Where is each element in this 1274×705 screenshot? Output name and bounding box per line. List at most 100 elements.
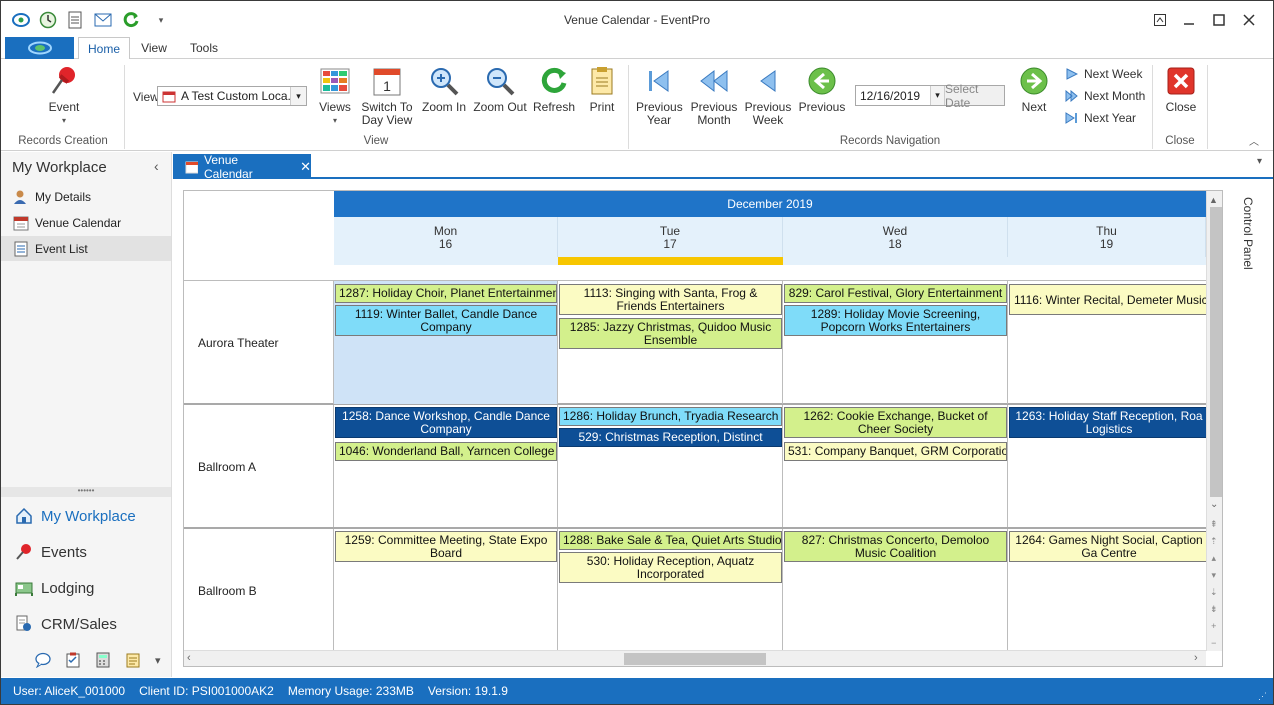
zoom-in-label: Zoom In — [421, 100, 466, 114]
checklist-icon[interactable] — [65, 652, 81, 668]
scroll-down-icon[interactable]: ⌄ — [1210, 499, 1218, 510]
event-block[interactable]: 1113: Singing with Santa, Frog & Friends… — [559, 284, 782, 315]
horizontal-scroll-thumb[interactable] — [624, 653, 766, 665]
event-block[interactable]: 1264: Games Night Social, Caption Ga Cen… — [1009, 531, 1209, 562]
next-week-button[interactable]: Next Week — [1065, 67, 1142, 81]
nav-crm-sales[interactable]: CRM/Sales — [15, 615, 117, 633]
event-block[interactable]: 1116: Winter Recital, Demeter Music G — [1009, 284, 1209, 315]
my-details-label: My Details — [35, 189, 92, 204]
event-block[interactable]: 531: Company Banquet, GRM Corporation — [784, 442, 1007, 461]
previous-week-button[interactable]: Previous Week — [744, 65, 792, 127]
switch-to-day-view-button[interactable]: 1 Switch To Day View — [361, 65, 413, 127]
print-button[interactable]: Print — [583, 65, 621, 114]
tab-view[interactable]: View — [134, 37, 174, 59]
event-block[interactable]: 1263: Holiday Staff Reception, Roa Logis… — [1009, 407, 1209, 438]
collapse-ribbon-icon[interactable]: ︿ — [1249, 133, 1259, 148]
day-strip — [334, 257, 558, 265]
control-panel-tab[interactable]: Control Panel — [1233, 197, 1255, 277]
scroll-up-icon[interactable]: ▲ — [1209, 195, 1218, 205]
my-details-item[interactable]: My Details — [1, 184, 171, 209]
event-block[interactable]: 529: Christmas Reception, Distinct — [559, 428, 782, 447]
ribbon-display-icon[interactable] — [1149, 9, 1171, 31]
event-block[interactable]: 1286: Holiday Brunch, Tryadia Research — [559, 407, 782, 426]
nav-events[interactable]: Events — [15, 543, 87, 561]
event-block[interactable]: 827: Christmas Concerto, Demoloo Music C… — [784, 531, 1007, 562]
window-close-button[interactable] — [1238, 9, 1260, 31]
status-client: Client ID: PSI001000AK2 — [139, 684, 274, 698]
event-list-item[interactable]: Event List — [1, 236, 171, 261]
application-menu-button[interactable] — [5, 37, 74, 59]
scroll-right-icon[interactable]: › — [1194, 652, 1198, 664]
notes-icon[interactable] — [125, 652, 141, 668]
close-button[interactable]: Close — [1161, 65, 1201, 114]
event-block[interactable]: 1119: Winter Ballet, Candle Dance Compan… — [335, 305, 557, 336]
more-shortcuts-icon[interactable]: ▾ — [155, 654, 161, 667]
next-button[interactable]: Next — [1013, 65, 1055, 114]
view-select-dropdown-icon[interactable]: ▾ — [290, 87, 306, 105]
previous-button[interactable]: Previous — [798, 65, 846, 114]
left-triangle-icon — [752, 65, 784, 97]
day-header-wed[interactable]: Wed 18 — [783, 217, 1008, 257]
horizontal-scrollbar[interactable]: ‹ › — [184, 650, 1206, 666]
panel-title: My Workplace — [12, 159, 107, 176]
right-triangle-icon — [1066, 68, 1078, 80]
venue-calendar-tab[interactable]: Venue Calendar ✕ — [173, 152, 311, 181]
tab-home[interactable]: Home — [78, 37, 130, 60]
previous-month-button[interactable]: Previous Month — [690, 65, 738, 127]
zoom-out-icon — [484, 65, 516, 97]
tab-title: Venue Calendar — [204, 152, 253, 181]
status-version: Version: 19.1.9 — [427, 684, 508, 698]
event-block[interactable]: 1262: Cookie Exchange, Bucket of Cheer S… — [784, 407, 1007, 438]
maximize-button[interactable] — [1208, 9, 1230, 31]
next-month-button[interactable]: Next Month — [1065, 89, 1145, 103]
event-block[interactable]: 829: Carol Festival, Glory Entertainment — [784, 284, 1007, 303]
previous-week-label: Previous Week — [744, 100, 792, 127]
view-select-value: A Test Custom Loca... — [181, 89, 290, 103]
event-block[interactable]: 1289: Holiday Movie Screening, Popcorn W… — [784, 305, 1007, 336]
next-year-button[interactable]: Next Year — [1065, 111, 1136, 125]
resource-row-ballroom-b: Ballroom B 1259: Committee Meeting, Stat… — [184, 529, 1209, 659]
minimize-button[interactable] — [1178, 9, 1200, 31]
tab-close-icon[interactable]: ✕ — [300, 159, 311, 175]
zoom-out-button[interactable]: Zoom Out — [473, 65, 527, 114]
previous-year-button[interactable]: Previous Year — [636, 65, 683, 127]
date-dropdown-icon[interactable]: ▾ — [930, 86, 944, 105]
event-button[interactable]: Event ▾ — [39, 65, 89, 127]
event-block[interactable]: 1285: Jazzy Christmas, Quidoo Music Ense… — [559, 318, 782, 349]
splitter-handle[interactable]: •••••• — [1, 487, 171, 497]
records-creation-group: Records Creation — [18, 135, 108, 147]
records-navigation-group: Records Navigation — [839, 135, 941, 147]
day-header-mon[interactable]: Mon 16 — [334, 217, 558, 257]
event-block[interactable]: 1046: Wonderland Ball, Yarncen College — [335, 442, 557, 461]
calculator-icon[interactable] — [95, 652, 111, 668]
collapse-panel-icon[interactable]: ‹ — [154, 158, 159, 174]
select-date-button[interactable]: Select Date — [944, 82, 1004, 110]
event-block[interactable]: 530: Holiday Reception, Aquatz Incorpora… — [559, 552, 782, 583]
views-dropdown-icon: ▾ — [332, 116, 337, 125]
day-header-tue[interactable]: Tue 17 — [558, 217, 783, 257]
date-picker[interactable]: 12/16/2019 ▾ Select Date — [855, 82, 1005, 110]
vertical-scroll-thumb[interactable] — [1210, 207, 1222, 497]
resize-grip-icon[interactable]: ⋰ — [1258, 691, 1267, 702]
tab-list-dropdown-icon[interactable]: ▾ — [1257, 156, 1262, 167]
zoom-in-button[interactable]: Zoom In — [421, 65, 467, 114]
tab-tools[interactable]: Tools — [182, 37, 226, 59]
nav-my-workplace[interactable]: My Workplace — [15, 507, 136, 525]
event-block[interactable]: 1258: Dance Workshop, Candle Dance Compa… — [335, 407, 557, 438]
row-navigation-icons[interactable]: ⇞ ⇡ ▴ ▾ ⇣ ⇟ + − — [1210, 516, 1218, 652]
view-select[interactable]: A Test Custom Loca... ▾ — [157, 86, 307, 106]
nav-lodging[interactable]: Lodging — [15, 579, 94, 597]
scroll-left-icon[interactable]: ‹ — [187, 652, 191, 664]
refresh-button[interactable]: Refresh — [531, 65, 577, 114]
venue-calendar-item[interactable]: Venue Calendar — [1, 210, 171, 235]
chat-icon[interactable] — [35, 652, 51, 668]
vertical-scrollbar[interactable]: ▲ ⌄ ⇞ ⇡ ▴ ▾ ⇣ ⇟ + − — [1206, 191, 1222, 652]
views-button[interactable]: Views ▾ — [315, 65, 355, 127]
event-block[interactable]: 1259: Committee Meeting, State Expo Boar… — [335, 531, 557, 562]
event-block[interactable]: 1288: Bake Sale & Tea, Quiet Arts Studio — [559, 531, 782, 550]
double-left-icon — [698, 65, 730, 97]
event-block[interactable]: 1287: Holiday Choir, Planet Entertainmen… — [335, 284, 557, 303]
day-header-thu[interactable]: Thu 19 — [1008, 217, 1206, 257]
crm-icon — [16, 615, 31, 631]
next-label: Next — [1021, 100, 1047, 114]
